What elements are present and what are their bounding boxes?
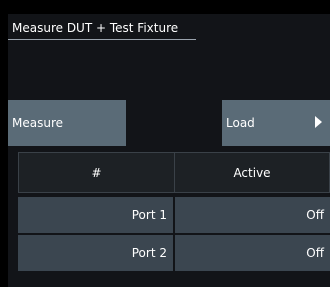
column-header-number: # bbox=[18, 152, 175, 193]
port-2-cell[interactable]: Port 2 bbox=[18, 235, 173, 271]
dialog-title: Measure DUT + Test Fixture bbox=[12, 21, 179, 35]
measure-button[interactable]: Measure bbox=[8, 100, 126, 146]
port-2-active-cell[interactable]: Off bbox=[175, 235, 330, 271]
column-header-active: Active bbox=[174, 152, 330, 193]
play-arrow-icon bbox=[315, 116, 322, 128]
title-underline bbox=[8, 39, 196, 40]
load-button-label: Load bbox=[226, 116, 255, 130]
load-button[interactable]: Load bbox=[222, 100, 330, 146]
port-1-active-cell[interactable]: Off bbox=[175, 197, 330, 233]
port-1-cell[interactable]: Port 1 bbox=[18, 197, 173, 233]
measure-button-label: Measure bbox=[12, 116, 63, 130]
